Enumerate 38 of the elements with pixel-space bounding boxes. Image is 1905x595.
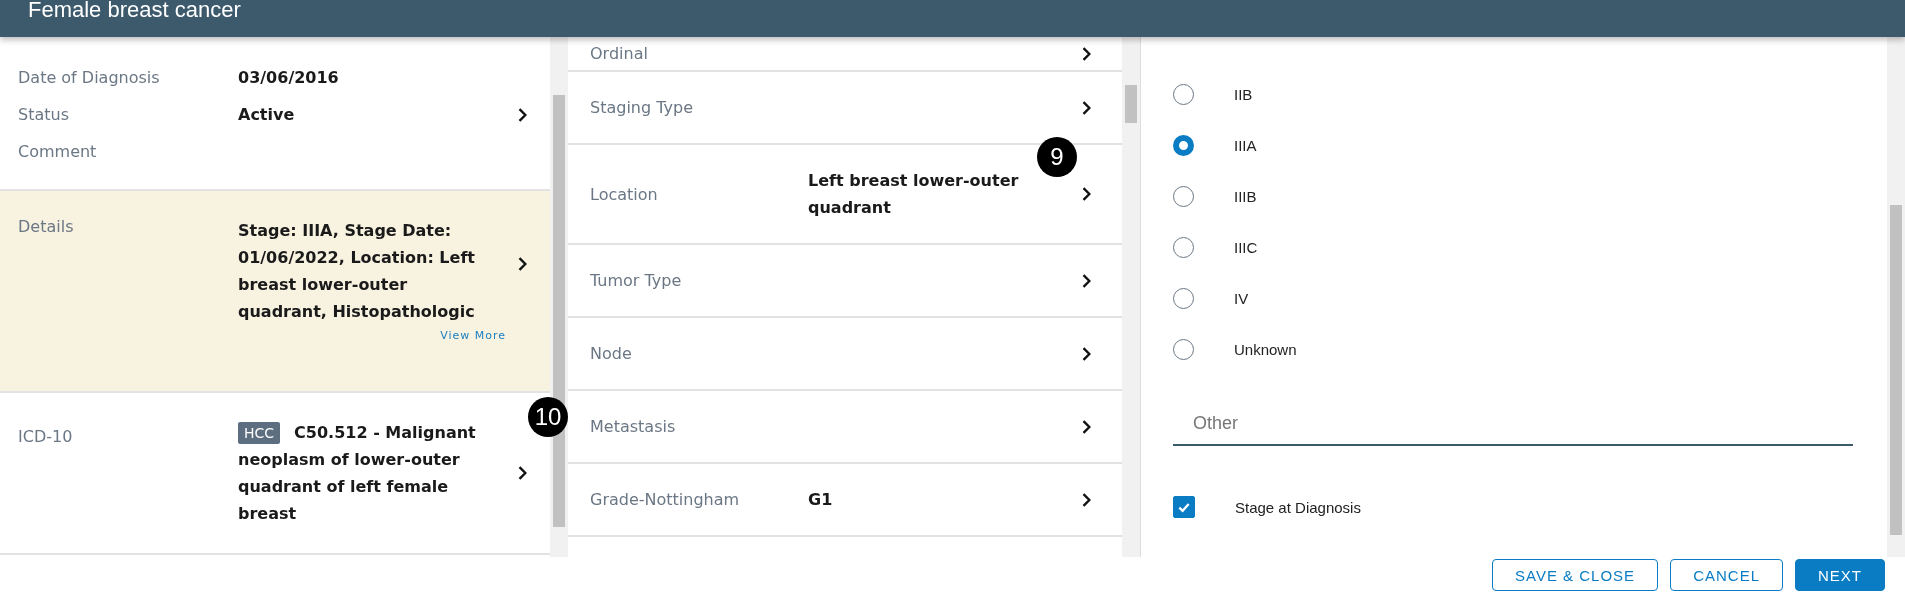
view-more-link[interactable]: View More [440,329,506,342]
radio-label: IIIC [1234,239,1258,256]
field-label: Node [590,344,633,363]
field-value: G1 [808,489,834,511]
next-button[interactable]: NEXT [1795,559,1885,591]
field-value: 03/06/2016 [238,68,339,88]
field-label: Details [18,217,75,236]
step-marker: 9 [1037,137,1077,177]
checkbox[interactable] [1173,496,1195,518]
field-label: Tumor Type [590,271,683,290]
field-label: Grade-Nottingham [590,490,741,509]
action-button[interactable]: SAVE & CLOSE [1492,559,1659,591]
field-label: Comment [18,142,98,162]
radio-label: IIB [1234,86,1253,103]
radio-label: IIIB [1234,188,1257,205]
field-label: Date of Diagnosis [18,68,161,88]
field-label: Metastasis [590,417,677,436]
scrollbar[interactable] [1887,37,1905,557]
dialog-title: Female breast cancer [27,0,241,18]
radio-label: Unknown [1234,341,1297,358]
scrollbar[interactable] [1122,37,1140,557]
hcc-badge: HCC [238,422,281,444]
checkbox-label: Stage at Diagnosis [1235,498,1361,516]
radio-label: IIIA [1234,137,1257,154]
field-label: ICD-10 [18,427,74,446]
details-text: Stage: IIIA, Stage Date: 01/06/2022, Location: Left breast lower-outer quadrant, Histopathologic [238,220,476,323]
field-value: Active [238,105,295,125]
field-label: Staging Type [590,98,694,117]
radio-label: IV [1234,290,1249,307]
field-value: Left breast lower-outer quadrant [808,170,1020,219]
radio-button[interactable] [1173,135,1194,156]
icd-code-text: HCC C50.512 - Malignant neoplasm of lower-outer quadrant of left female breast [238,421,477,525]
field-label: Ordinal [590,44,649,63]
action-button[interactable]: CANCEL [1670,559,1783,591]
field-label: Location [590,184,659,204]
details-row[interactable]: Details Stage: IIIA, Stage Date: 01/06/2022, Location: Left breast lower-outer quadrant, Histopathologic View More [0,191,550,393]
field-label: Status [18,105,70,125]
step-marker: 10 [528,397,568,437]
